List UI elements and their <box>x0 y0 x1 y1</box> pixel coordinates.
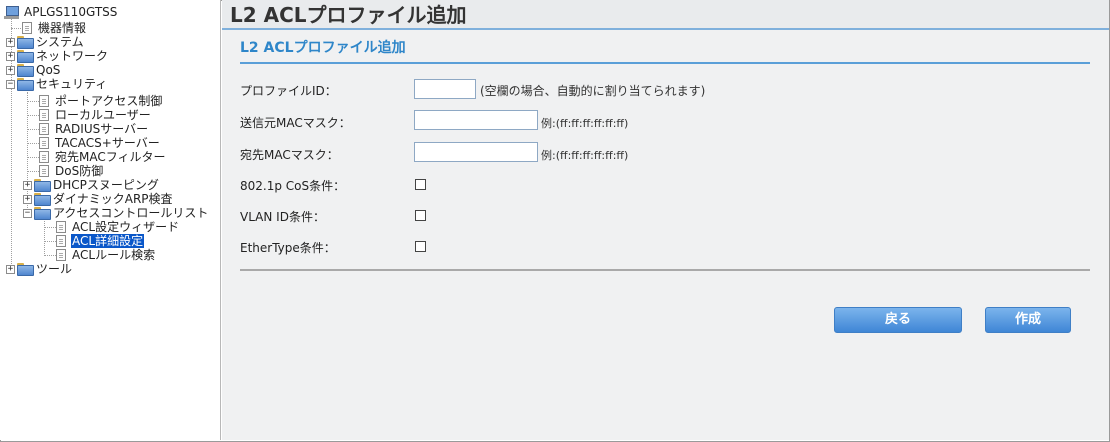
section-title: L2 ACLプロファイル追加 <box>240 38 1090 64</box>
tree-item-radius[interactable]: RADIUSサーバー <box>39 122 149 136</box>
tree-item-mac-filter[interactable]: 宛先MACフィルター <box>39 150 167 164</box>
folder-icon <box>34 193 51 206</box>
tree-item-label: ポートアクセス制御 <box>55 94 163 108</box>
tree-item-local-user[interactable]: ローカルユーザー <box>39 108 152 122</box>
tree-item-label: DoS防御 <box>55 164 104 178</box>
tree-item-port-access[interactable]: ポートアクセス制御 <box>39 94 163 108</box>
vlan-id-condition-checkbox[interactable] <box>415 210 426 221</box>
tree-item-label: ACLルール検索 <box>72 248 156 262</box>
tree-item-acl-detail[interactable]: ACL詳細設定 <box>56 234 145 248</box>
tree-item-label: DHCPスヌーピング <box>53 178 159 192</box>
tree-connector <box>27 157 39 158</box>
vlan-id-condition-label: VLAN ID条件： <box>240 210 325 224</box>
profile-id-label: プロファイルID： <box>240 84 337 98</box>
tree-item-label-selected: ACL詳細設定 <box>71 234 145 248</box>
folder-icon <box>34 179 51 192</box>
form-divider <box>240 269 1090 271</box>
tree-item-system[interactable]: + システム <box>6 35 85 49</box>
tree-root-label: APLGS110GTSS <box>24 5 118 19</box>
tree-item-security[interactable]: − セキュリティ <box>6 77 108 91</box>
cos-condition-checkbox[interactable] <box>415 179 426 190</box>
tree-connector <box>44 227 56 228</box>
tree-item-label: ACL設定ウィザード <box>72 220 180 234</box>
ethertype-condition-label: EtherType条件： <box>240 241 336 255</box>
folder-icon <box>17 36 34 49</box>
tree-connector <box>27 101 39 102</box>
tree-item-dos[interactable]: DoS防御 <box>39 164 104 178</box>
tree-item-qos[interactable]: + QoS <box>6 63 61 77</box>
tree-item-tools[interactable]: + ツール <box>6 262 73 276</box>
tree-item-label: セキュリティ <box>36 77 108 91</box>
dst-mac-mask-input[interactable] <box>414 142 538 162</box>
tree-root[interactable]: APLGS110GTSS <box>4 5 118 19</box>
tree-item-label: ツール <box>36 262 73 276</box>
page-icon <box>39 151 49 163</box>
tree-item-label: ダイナミックARP検査 <box>53 192 173 206</box>
cos-condition-label: 802.1p CoS条件： <box>240 179 346 193</box>
tree-item-label: 宛先MACフィルター <box>55 150 166 164</box>
src-mac-mask-hint: 例:(ff:ff:ff:ff:ff:ff) <box>541 117 629 130</box>
tree-item-label: QoS <box>36 63 61 77</box>
tree-item-acl[interactable]: − アクセスコントロールリスト <box>23 206 209 220</box>
profile-id-input[interactable] <box>414 79 476 99</box>
computer-icon <box>4 5 20 19</box>
folder-icon <box>17 64 34 77</box>
dst-mac-mask-hint: 例:(ff:ff:ff:ff:ff:ff) <box>541 149 629 162</box>
page-icon <box>56 249 66 261</box>
navigation-tree: APLGS110GTSS 機器情報 + システム + ネットワーク + QoS … <box>0 0 221 440</box>
expand-icon[interactable]: + <box>6 65 15 75</box>
collapse-icon[interactable]: − <box>6 79 15 89</box>
tree-connector <box>44 255 56 256</box>
page-icon <box>56 235 66 247</box>
tree-item-network[interactable]: + ネットワーク <box>6 49 109 63</box>
dst-mac-mask-label: 宛先MACマスク： <box>240 148 339 162</box>
tree-item-label: TACACS+サーバー <box>55 136 160 150</box>
page-title: L2 ACLプロファイル追加 <box>222 0 1109 30</box>
page-icon <box>39 137 49 149</box>
page-icon <box>39 109 49 121</box>
src-mac-mask-label: 送信元MACマスク： <box>240 116 351 130</box>
profile-id-hint: (空欄の場合、自動的に割り当てられます) <box>480 84 706 98</box>
tree-item-label: システム <box>36 35 84 49</box>
tree-connector <box>27 129 39 130</box>
src-mac-mask-input[interactable] <box>414 110 538 130</box>
expand-icon[interactable]: + <box>6 37 15 47</box>
tree-connector <box>27 143 39 144</box>
page-icon <box>56 221 66 233</box>
tree-item-acl-rule-search[interactable]: ACLルール検索 <box>56 248 156 262</box>
page-icon <box>39 95 49 107</box>
tree-item-tacacs[interactable]: TACACS+サーバー <box>39 136 161 150</box>
main-panel: L2 ACLプロファイル追加 L2 ACLプロファイル追加 プロファイルID： … <box>222 0 1109 440</box>
tree-connector <box>44 218 45 254</box>
tree-item-label: RADIUSサーバー <box>55 122 149 136</box>
expand-icon[interactable]: + <box>23 180 32 190</box>
tree-connector <box>27 115 39 116</box>
tree-item-device-info[interactable]: 機器情報 <box>22 21 87 35</box>
folder-icon <box>17 50 34 63</box>
page-icon <box>39 165 49 177</box>
folder-open-icon <box>34 207 51 220</box>
page-icon <box>22 22 32 34</box>
tree-item-dhcp-snooping[interactable]: + DHCPスヌーピング <box>23 178 160 192</box>
tree-item-label: ローカルユーザー <box>55 108 151 122</box>
tree-item-dynamic-arp[interactable]: + ダイナミックARP検査 <box>23 192 174 206</box>
tree-item-label: ネットワーク <box>36 49 109 63</box>
collapse-icon[interactable]: − <box>23 208 32 218</box>
tree-connector <box>44 241 56 242</box>
tree-item-label: 機器情報 <box>38 21 87 35</box>
back-button[interactable]: 戻る <box>834 307 962 333</box>
folder-icon <box>17 263 34 276</box>
tree-item-label: アクセスコントロールリスト <box>53 206 209 220</box>
tree-connector <box>27 171 39 172</box>
expand-icon[interactable]: + <box>23 194 32 204</box>
folder-open-icon <box>17 78 34 91</box>
tree-item-acl-wizard[interactable]: ACL設定ウィザード <box>56 220 180 234</box>
expand-icon[interactable]: + <box>6 264 15 274</box>
expand-icon[interactable]: + <box>6 51 15 61</box>
ethertype-condition-checkbox[interactable] <box>415 241 426 252</box>
page-icon <box>39 123 49 135</box>
create-button[interactable]: 作成 <box>985 307 1071 333</box>
